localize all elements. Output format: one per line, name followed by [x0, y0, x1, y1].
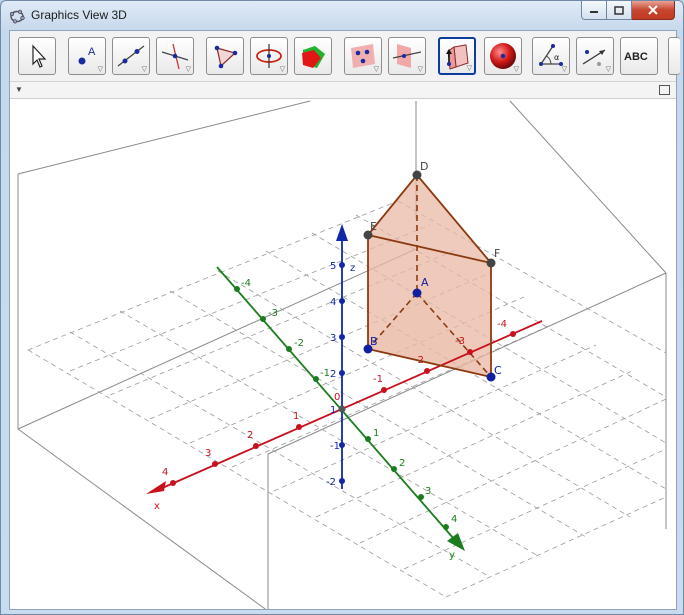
move-tool-button[interactable] — [18, 37, 56, 75]
circle-axis-tool-button[interactable]: ▽ — [250, 37, 288, 75]
perpendicular-line-tool-button[interactable]: ▽ — [156, 37, 194, 75]
polygon-tool-button[interactable] — [206, 37, 244, 75]
text-tool-button[interactable]: ABC — [620, 37, 658, 75]
y-tick-label: 3 — [425, 486, 431, 497]
origin-point — [338, 405, 346, 413]
dropdown-arrow-icon: ▽ — [513, 66, 519, 73]
perpendicular-plane-tool-button[interactable]: ▽ — [388, 37, 426, 75]
scene-3d[interactable]: 4 3 2 1 -1 -2 -3 -4 x -4 -3 -2 -1 1 2 3 … — [10, 99, 676, 612]
arrow-cursor-icon — [32, 44, 47, 68]
dock-view-icon[interactable] — [659, 85, 670, 95]
dropdown-arrow-icon: ▽ — [561, 66, 567, 73]
window-title: Graphics View 3D — [31, 8, 127, 22]
point-b-label: B — [370, 335, 378, 348]
prism-tool-button[interactable]: ▽ — [438, 37, 476, 75]
x-tick-label: 3 — [205, 448, 211, 459]
view-header: ▼ — [10, 82, 676, 99]
y-tick-label: -2 — [294, 338, 304, 349]
graphics-view-3d[interactable]: 4 3 2 1 -1 -2 -3 -4 x -4 -3 -2 -1 1 2 3 … — [10, 99, 676, 612]
dropdown-arrow-icon: ▽ — [373, 66, 379, 73]
xy-plane-grid — [27, 200, 667, 598]
y-tick-label: 1 — [373, 428, 379, 439]
more-tools-button[interactable] — [668, 37, 680, 75]
point-e-label: E — [370, 220, 377, 233]
x-axis-name: x — [154, 501, 160, 512]
close-icon — [648, 5, 658, 15]
y-tick-label: 4 — [451, 514, 457, 525]
line-tool-button[interactable]: ▽ — [112, 37, 150, 75]
app-content: A ▽ ▽ ▽ ▽ ▽ ▽ ▽ ▽ α ▽ ▽ ABC ▼ 4 3 2 1 -1… — [9, 30, 680, 612]
z-tick-label: 1 — [330, 405, 336, 416]
point-tool-button[interactable]: A ▽ — [68, 37, 106, 75]
text-icon: ABC — [624, 51, 648, 63]
title-bar: Graphics View 3D — [1, 1, 683, 29]
minimize-button[interactable] — [581, 1, 607, 20]
reflect-tool-button[interactable]: ▽ — [576, 37, 614, 75]
point-a[interactable] — [412, 288, 422, 298]
z-tick-label: 3 — [330, 333, 336, 344]
x-tick-label: -4 — [497, 319, 507, 330]
angle-tool-label: α — [554, 53, 559, 62]
dropdown-arrow-icon: ▽ — [466, 65, 472, 72]
dropdown-arrow-icon: ▽ — [141, 66, 147, 73]
intersect-surfaces-icon — [302, 46, 325, 68]
intersect-surfaces-tool-button[interactable] — [294, 37, 332, 75]
maximize-icon — [614, 5, 624, 15]
plane-three-points-tool-button[interactable]: ▽ — [344, 37, 382, 75]
maximize-button[interactable] — [607, 1, 632, 20]
z-tick-label: -2 — [326, 477, 336, 488]
z-tick-label: 5 — [330, 261, 336, 272]
x-tick-label: 2 — [247, 430, 253, 441]
z-tick-label: -1 — [330, 441, 340, 452]
x-tick-label: -3 — [455, 336, 465, 347]
y-tick-label: 2 — [399, 458, 405, 469]
point-tool-label: A — [88, 46, 96, 58]
text-tool-label: ABC — [624, 51, 648, 63]
point-f-label: F — [494, 247, 500, 260]
angle-tool-button[interactable]: α ▽ — [532, 37, 570, 75]
x-tick-label: -1 — [373, 374, 383, 385]
y-tick-label: -3 — [268, 308, 278, 319]
z-tick-label: 4 — [330, 297, 336, 308]
dropdown-arrow-icon: ▽ — [417, 66, 423, 73]
z-axis-name: z — [350, 263, 355, 274]
y-axis-name: y — [449, 550, 455, 561]
x-tick-label: 4 — [162, 467, 168, 478]
sphere-tool-button[interactable]: ▽ — [484, 37, 522, 75]
dropdown-arrow-icon: ▽ — [97, 66, 103, 73]
y-tick-label: -4 — [241, 278, 251, 289]
minimize-icon — [590, 11, 598, 13]
point-d-label: D — [420, 160, 428, 173]
dropdown-arrow-icon: ▽ — [185, 66, 191, 73]
z-tick-label: 2 — [330, 369, 336, 380]
origin-label: 0 — [334, 392, 340, 403]
window-controls — [581, 1, 675, 21]
x-tick-label: 1 — [293, 411, 299, 422]
point-c-label: C — [494, 364, 502, 377]
dropdown-arrow-icon: ▽ — [605, 66, 611, 73]
close-button[interactable] — [632, 1, 675, 20]
application-window: Graphics View 3D A ▽ ▽ ▽ ▽ ▽ ▽ ▽ ▽ α ▽ ▽… — [0, 0, 684, 615]
toolbar: A ▽ ▽ ▽ ▽ ▽ ▽ ▽ ▽ α ▽ ▽ ABC — [10, 31, 680, 82]
y-tick-label: -1 — [320, 368, 330, 379]
point-a-label: A — [421, 276, 429, 289]
collapse-toolbar-icon[interactable]: ▼ — [15, 85, 23, 94]
geogebra-icon — [9, 9, 25, 24]
polygon-icon — [214, 45, 238, 69]
dropdown-arrow-icon: ▽ — [279, 66, 285, 73]
